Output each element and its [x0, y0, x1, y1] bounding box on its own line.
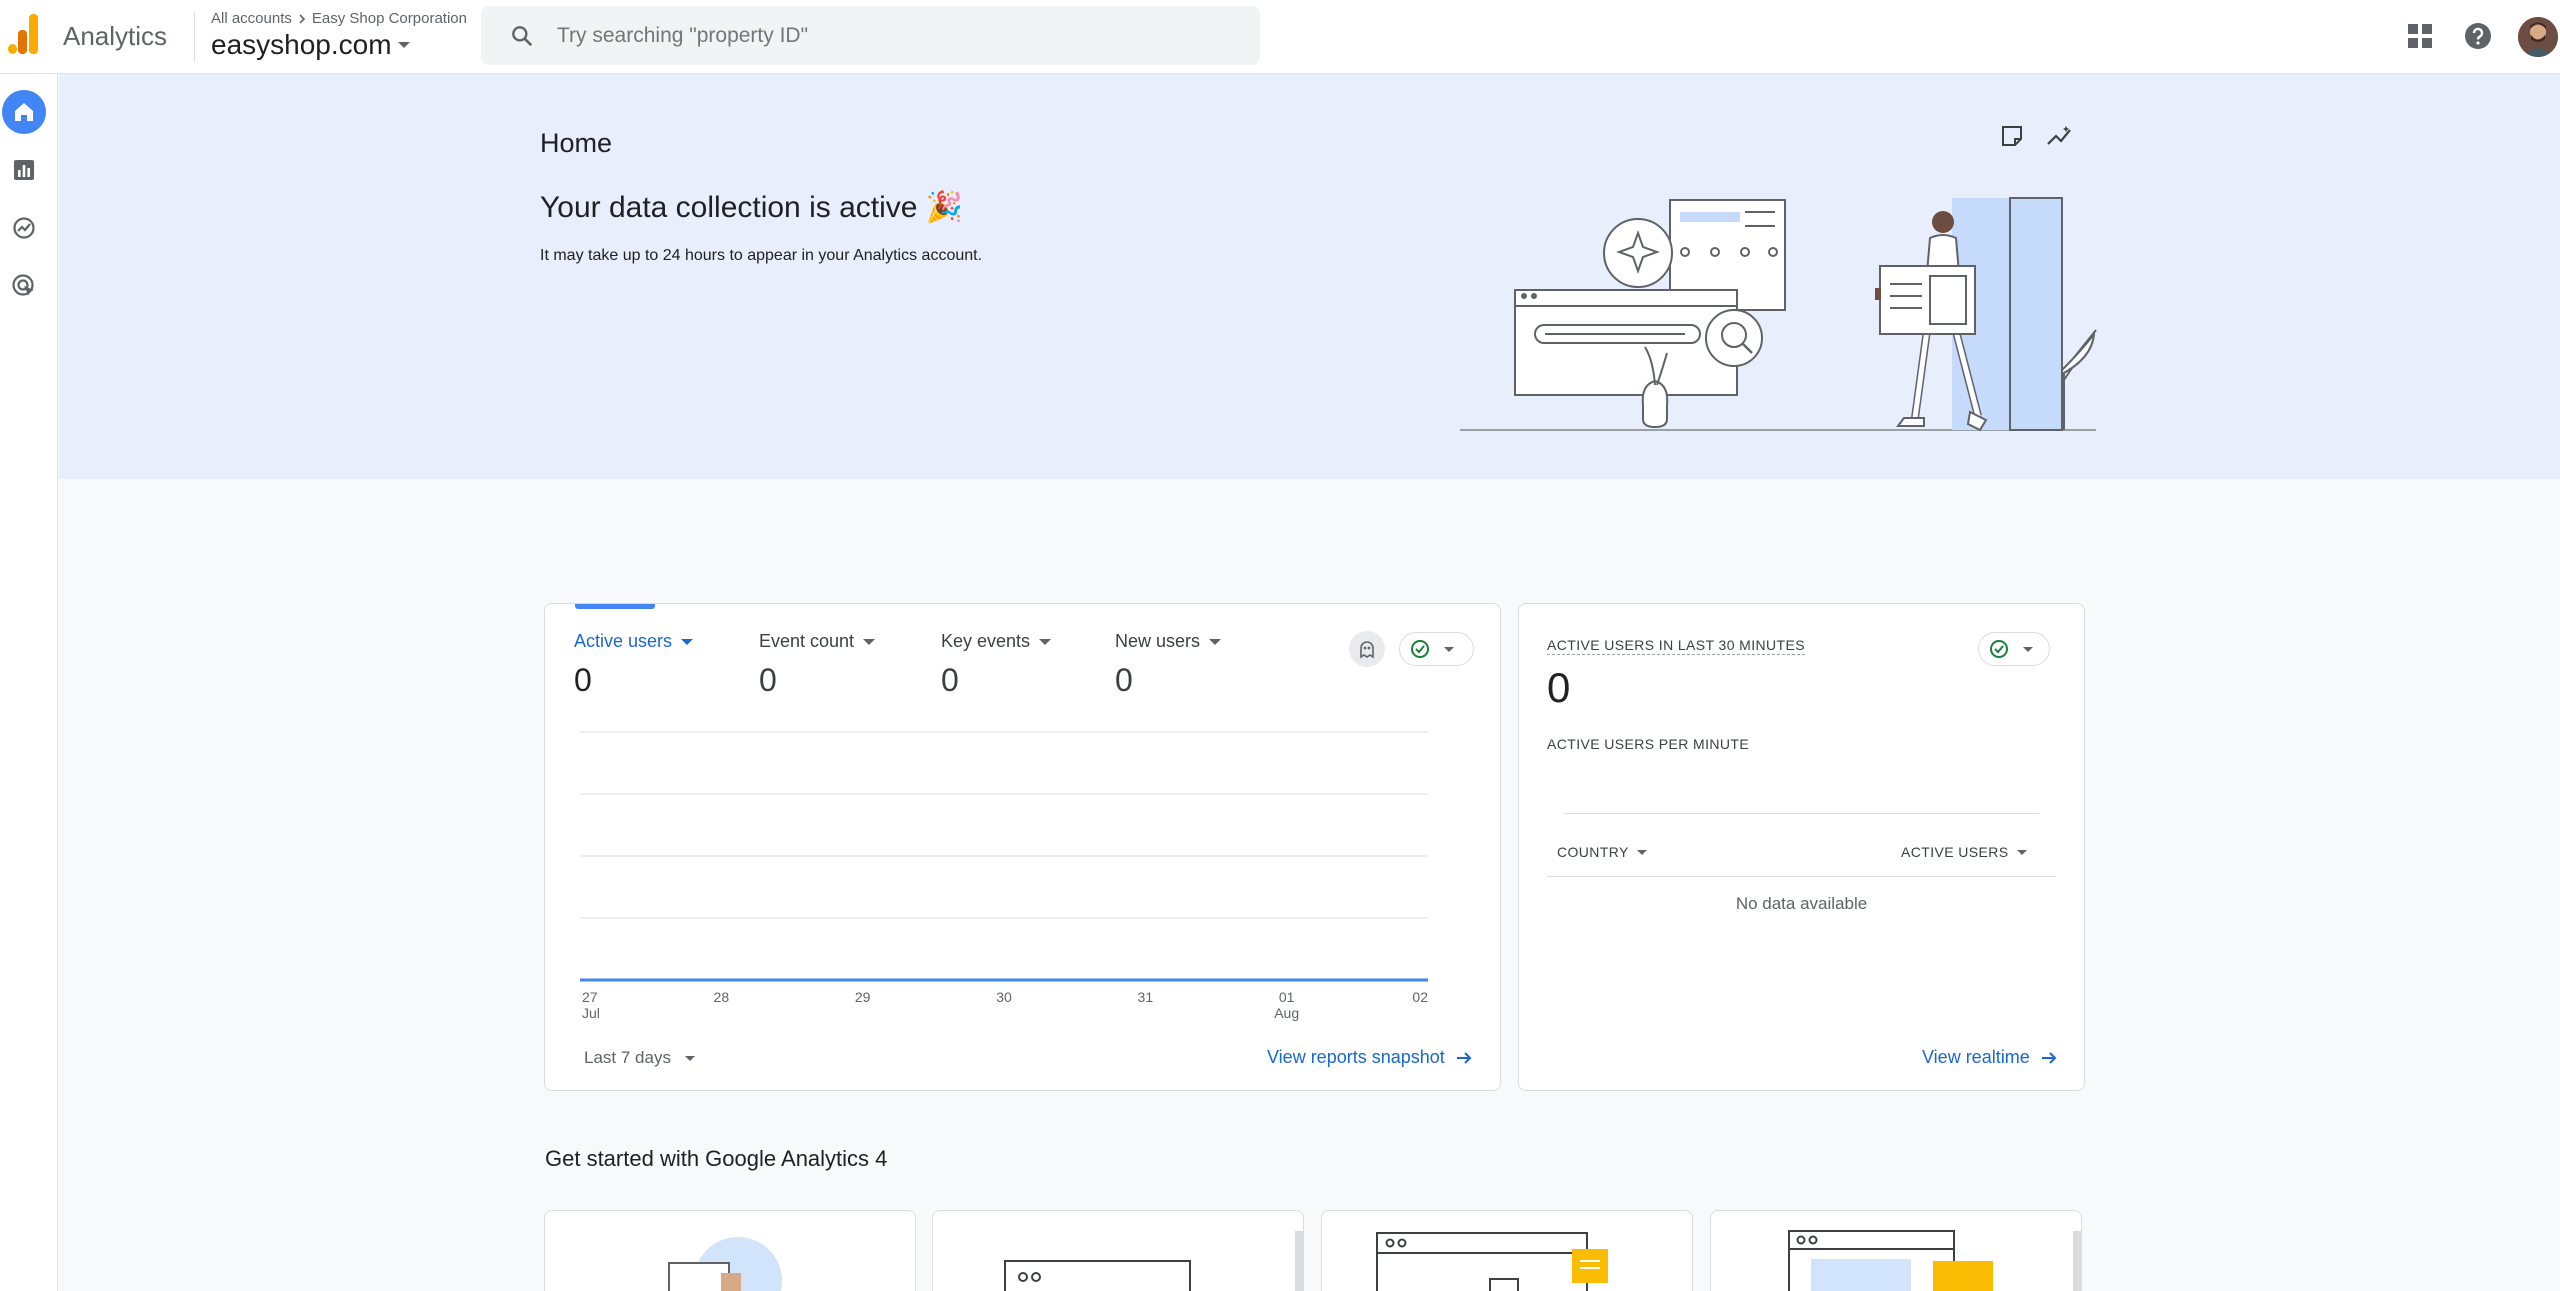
link-label: View realtime: [1922, 1047, 2030, 1067]
x-tick-month-label: Aug: [1274, 1005, 1299, 1021]
column-label: COUNTRY: [1557, 844, 1629, 860]
realtime-title[interactable]: ACTIVE USERS IN LAST 30 MINUTES: [1547, 637, 1805, 655]
date-range-label: Last 7 days: [584, 1048, 671, 1067]
caret-down-icon: [2016, 849, 2027, 855]
search-icon: [512, 25, 533, 46]
caret-down-icon: [397, 42, 410, 48]
get-started-card[interactable]: [932, 1210, 1304, 1291]
nav-reports[interactable]: [2, 148, 46, 192]
view-realtime-link[interactable]: View realtime: [1922, 1047, 2058, 1068]
column-header-active-users[interactable]: ACTIVE USERS: [1901, 844, 2027, 860]
search-input[interactable]: [557, 23, 1157, 48]
home-icon: [15, 103, 33, 121]
reports-icon: [14, 160, 34, 180]
breadcrumb[interactable]: All accounts Easy Shop Corporation: [211, 10, 467, 27]
hero-headline: Your data collection is active 🎉: [540, 191, 964, 224]
avatar[interactable]: [2518, 17, 2558, 57]
property-selector[interactable]: easyshop.com: [211, 29, 410, 61]
arrow-right-icon: [2041, 1051, 2057, 1064]
caret-down-icon: [1636, 849, 1647, 855]
insights-icon[interactable]: [2046, 124, 2074, 148]
x-tick-label: 01: [1279, 989, 1295, 1005]
analytics-logo-icon[interactable]: [6, 12, 40, 54]
breadcrumb-accounts[interactable]: All accounts: [211, 10, 292, 27]
apps-grid-icon[interactable]: [2407, 23, 2433, 49]
note-icon[interactable]: [2000, 124, 2024, 148]
x-tick-label: 28: [714, 989, 730, 1005]
layout-illustration-icon: [1376, 1232, 1608, 1291]
get-started-card[interactable]: [544, 1210, 916, 1291]
breadcrumb-organization[interactable]: Easy Shop Corporation: [312, 10, 467, 27]
get-started-card[interactable]: [1710, 1210, 2082, 1291]
help-icon[interactable]: [2463, 21, 2493, 51]
overview-card: Active users 0 Event count 0 Key events …: [544, 603, 1501, 1091]
realtime-subtitle: ACTIVE USERS PER MINUTE: [1547, 736, 1750, 752]
x-tick-label: 02: [1412, 989, 1428, 1005]
top-app-bar: Analytics All accounts Easy Shop Corpora…: [0, 0, 2560, 74]
code-illustration-icon: [1788, 1230, 2081, 1291]
data-collection-illustration-icon: [1460, 197, 2097, 432]
active-users-line-chart: 27Jul 28 29 30 31 01Aug 02: [580, 731, 1428, 1021]
hero-actions: [2000, 124, 2074, 148]
divider: [1547, 876, 2056, 877]
column-header-country[interactable]: COUNTRY: [1557, 844, 1647, 860]
get-started-card[interactable]: [1321, 1210, 1693, 1291]
left-nav: [0, 74, 58, 1291]
column-label: ACTIVE USERS: [1901, 844, 2009, 860]
property-name: easyshop.com: [211, 29, 392, 60]
arrow-right-icon: [1456, 1051, 1472, 1064]
browser-illustration-icon: [1004, 1231, 1303, 1291]
x-tick-label: 31: [1138, 989, 1154, 1005]
advertising-icon: [12, 274, 34, 296]
x-tick-month-label: Jul: [582, 1005, 600, 1021]
per-minute-baseline: [1564, 813, 2039, 814]
check-circle-icon: [1990, 640, 2008, 658]
hero-subtext: It may take up to 24 hours to appear in …: [540, 247, 983, 264]
get-started-title: Get started with Google Analytics 4: [545, 1146, 888, 1171]
link-label: View reports snapshot: [1267, 1047, 1445, 1067]
no-data-message: No data available: [1735, 894, 1868, 913]
x-tick-label: 30: [996, 989, 1012, 1005]
view-reports-snapshot-link[interactable]: View reports snapshot: [1267, 1047, 1473, 1068]
realtime-quality-dropdown[interactable]: [1978, 632, 2050, 666]
chevron-right-icon: [299, 13, 306, 24]
realtime-value: 0: [1547, 664, 1571, 711]
app-name: Analytics: [63, 21, 168, 51]
x-tick-label: 29: [855, 989, 871, 1005]
nav-advertising[interactable]: [2, 264, 46, 308]
setup-illustration-icon: [668, 1237, 782, 1291]
page-title: Home: [540, 128, 613, 158]
caret-down-icon: [684, 1055, 695, 1061]
nav-home[interactable]: [2, 90, 46, 134]
caret-down-icon: [2023, 646, 2033, 652]
explore-icon: [13, 217, 35, 239]
realtime-card: ACTIVE USERS IN LAST 30 MINUTES 0 ACTIVE…: [1518, 603, 2085, 1091]
hero-banner: [59, 74, 2560, 479]
search-bar[interactable]: [481, 6, 1260, 65]
divider: [194, 12, 195, 62]
date-range-selector[interactable]: Last 7 days: [584, 1048, 695, 1068]
nav-explore[interactable]: [2, 206, 46, 250]
x-tick-label: 27: [582, 989, 598, 1005]
